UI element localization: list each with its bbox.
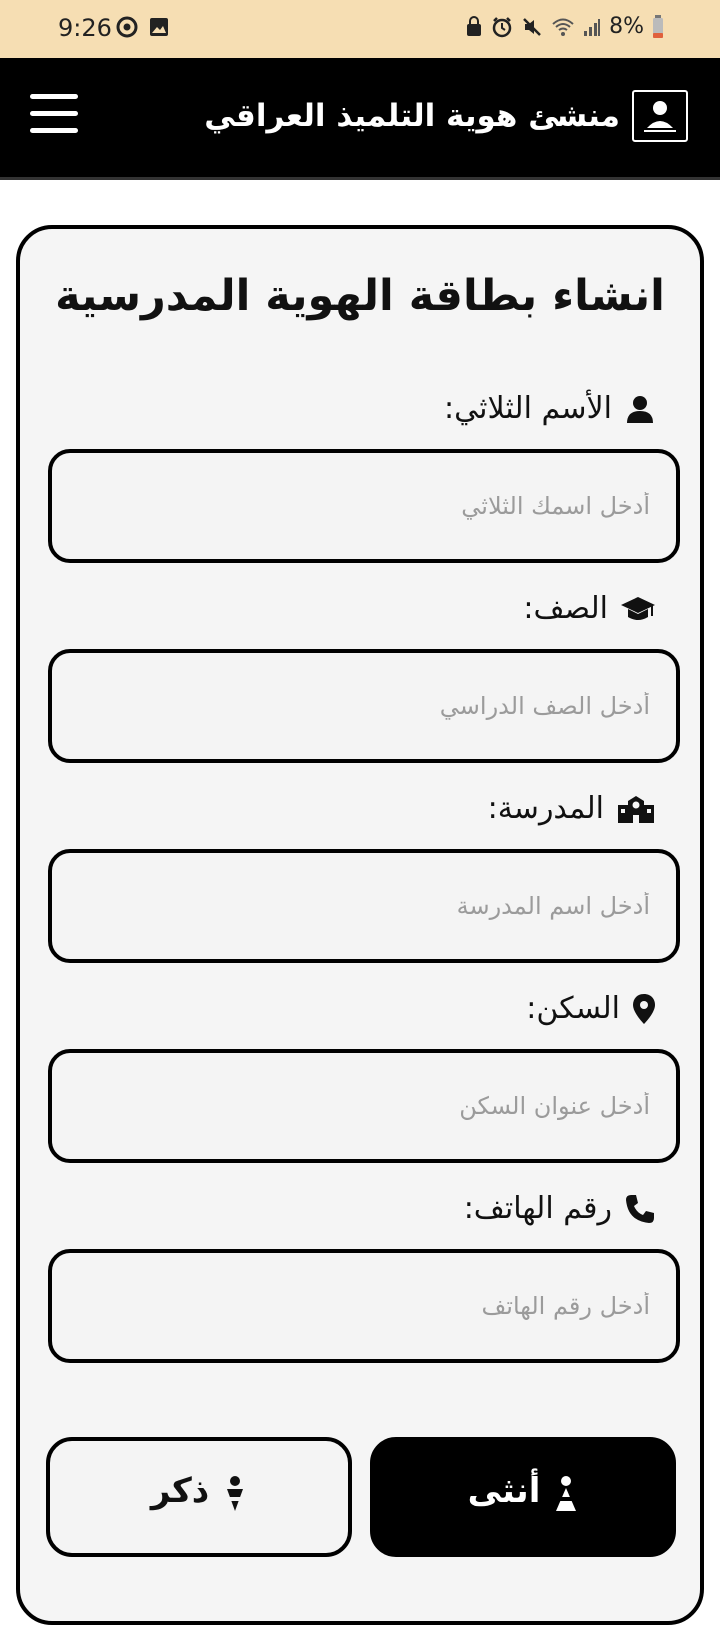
grade-label: الصف:	[523, 591, 656, 626]
status-time: 9:26	[58, 14, 112, 42]
signal-icon	[584, 18, 601, 36]
gender-female-label: أنثى	[467, 1471, 541, 1511]
gallery-icon	[150, 18, 168, 36]
school-input[interactable]	[48, 849, 680, 963]
lock-icon	[467, 15, 482, 36]
app-bar: منشئ هوية التلميذ العراقي	[0, 58, 720, 180]
residence-label: السكن:	[526, 991, 656, 1026]
battery-percent: 8%	[609, 14, 644, 39]
school-label-text: المدرسة:	[487, 791, 604, 826]
phone-label-text: رقم الهاتف:	[463, 1191, 612, 1226]
app-title: منشئ هوية التلميذ العراقي	[204, 98, 620, 134]
phone-icon	[626, 1194, 654, 1223]
id-card-logo-icon	[632, 90, 688, 142]
female-icon	[556, 1476, 577, 1511]
full-name-input[interactable]	[48, 449, 680, 563]
status-system-icons: 8%	[465, 14, 664, 39]
mute-icon	[523, 17, 541, 36]
menu-button[interactable]	[26, 94, 82, 144]
chrome-icon	[116, 16, 138, 38]
battery-icon	[653, 14, 663, 38]
residence-label-text: السكن:	[526, 991, 620, 1026]
id-form-card: انشاء بطاقة الهوية المدرسية الأسم الثلاث…	[16, 225, 704, 1625]
phone-input[interactable]	[48, 1249, 680, 1363]
school-icon	[618, 795, 654, 823]
form-title: انشاء بطاقة الهوية المدرسية	[55, 271, 665, 321]
menu-bar	[30, 128, 78, 133]
grade-input[interactable]	[48, 649, 680, 763]
full-name-label-text: الأسم الثلاثي:	[444, 391, 612, 426]
status-notification-icons	[116, 16, 170, 38]
status-bar: 9:26 8%	[0, 0, 720, 58]
location-pin-icon	[633, 993, 655, 1024]
full-name-label: الأسم الثلاثي:	[444, 391, 656, 426]
school-label: المدرسة:	[488, 791, 656, 826]
gender-male-button[interactable]: ذكر	[46, 1437, 352, 1557]
app-title-group: منشئ هوية التلميذ العراقي	[204, 88, 688, 144]
grade-label-text: الصف:	[523, 591, 608, 626]
residence-input[interactable]	[48, 1049, 680, 1163]
graduation-cap-icon	[621, 596, 655, 620]
menu-bar	[30, 111, 78, 116]
user-icon	[627, 395, 653, 423]
gender-female-button[interactable]: أنثى	[370, 1437, 676, 1557]
menu-bar	[30, 94, 78, 99]
wifi-icon	[552, 18, 574, 36]
gender-male-label: ذكر	[150, 1471, 210, 1511]
male-icon	[227, 1476, 244, 1511]
phone-label: رقم الهاتف:	[464, 1191, 656, 1226]
alarm-icon	[492, 16, 512, 37]
